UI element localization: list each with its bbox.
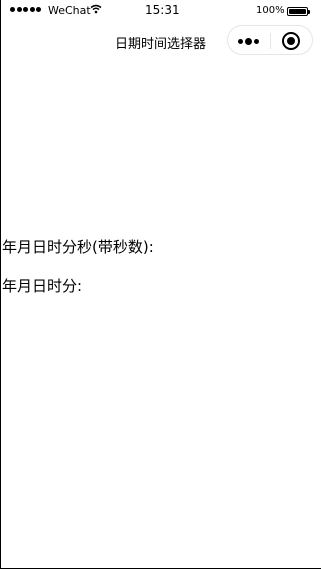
menu-capsule xyxy=(227,25,313,55)
carrier-name: WeChat xyxy=(48,4,91,17)
battery-icon xyxy=(287,7,310,16)
battery-percent: 100% xyxy=(256,5,285,16)
more-dots-icon[interactable] xyxy=(238,38,259,45)
wifi-icon xyxy=(90,4,102,17)
status-bar: WeChat 15:31 100% xyxy=(0,0,321,22)
datetime-minutes-picker[interactable]: 年月日时分: xyxy=(2,275,82,296)
status-time: 15:31 xyxy=(145,3,180,17)
navigation-bar: 日期时间选择器 xyxy=(0,22,321,62)
signal-dots-icon xyxy=(10,7,41,12)
close-target-icon[interactable] xyxy=(282,32,300,50)
capsule-divider xyxy=(270,33,271,49)
datetime-seconds-picker[interactable]: 年月日时分秒(带秒数): xyxy=(2,236,154,257)
